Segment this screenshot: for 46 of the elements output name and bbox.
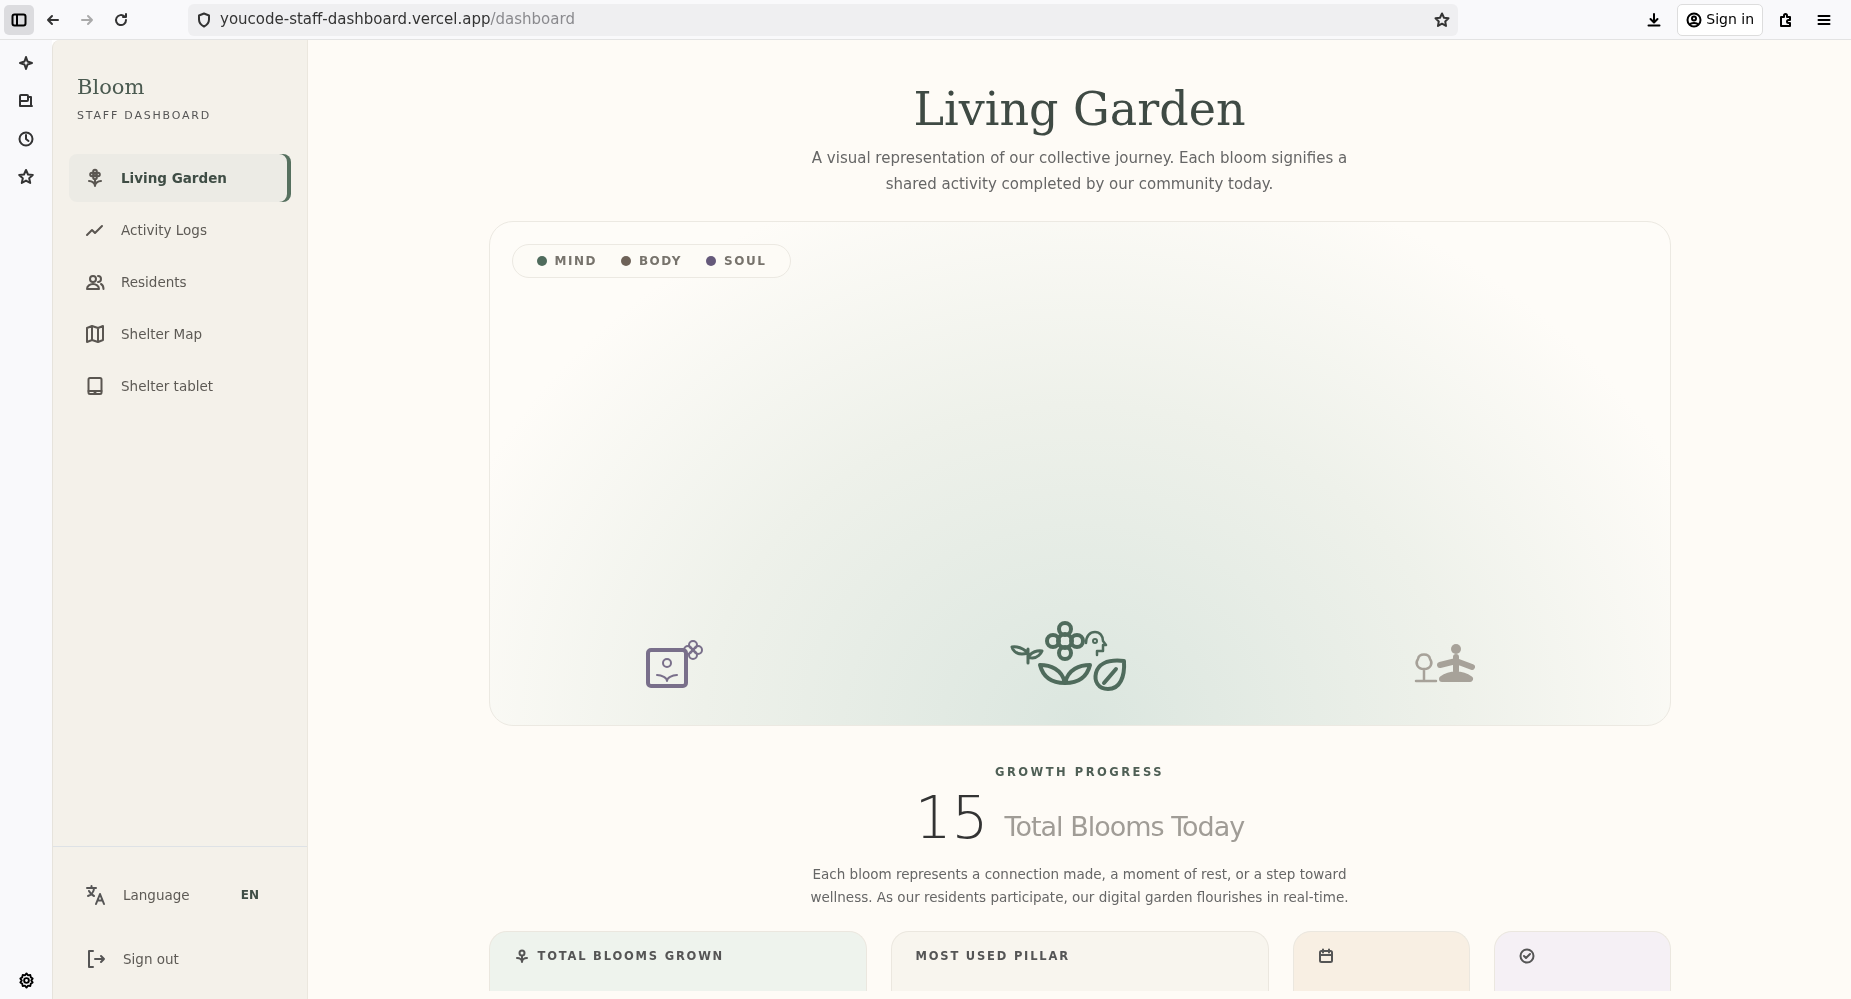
legend-label: BODY — [638, 253, 683, 271]
language-code: EN — [240, 887, 259, 904]
page-description: A visual representation of our collective journey. Each bloom signifies a shared activity completed by our community today. — [810, 148, 1349, 196]
download-icon — [1646, 11, 1663, 28]
history-icon — [17, 130, 35, 148]
stat-label: TOTAL BLOOMS GROWN — [537, 948, 725, 966]
tab-icon — [17, 92, 35, 110]
puzzle-icon — [1778, 11, 1794, 28]
translate-icon — [85, 884, 107, 906]
brand-subtitle: STAFF DASHBOARD — [77, 107, 213, 124]
count-label: Total Blooms Today — [1004, 809, 1245, 844]
sidebar-toggle-button[interactable] — [4, 4, 34, 35]
page-title: Living Garden — [913, 82, 1246, 138]
star-icon[interactable] — [1434, 11, 1450, 28]
sidebar-icon — [11, 11, 27, 28]
settings-icon — [17, 971, 35, 989]
section-label: GROWTH PROGRESS — [995, 764, 1164, 782]
address-bar[interactable]: youcode-staff-dashboard.vercel.app/dashboard — [188, 3, 1458, 36]
sign-out-icon — [85, 948, 107, 970]
reload-icon — [113, 11, 129, 28]
legend-label: MIND — [554, 253, 597, 271]
flower-icon — [513, 948, 530, 965]
nav-item[interactable]: Shelter Map — [69, 310, 291, 358]
tablet-icon — [85, 376, 105, 396]
url-text: youcode-staff-dashboard.vercel.app/dashboard — [220, 9, 576, 31]
sign-out-button[interactable]: Sign out — [77, 935, 267, 983]
account-icon — [1686, 11, 1703, 28]
nav-item[interactable]: Activity Logs — [69, 206, 291, 254]
calendar-icon — [1317, 948, 1334, 965]
language-button[interactable]: Language EN — [77, 871, 267, 919]
sparkle-icon — [17, 54, 35, 72]
sign-in-button[interactable]: Sign in — [1677, 3, 1763, 36]
shield-icon — [196, 11, 212, 28]
nav-item[interactable]: Shelter tablet — [69, 362, 291, 410]
growth-description: Each bloom represents a connection made, a moment of rest, or a step toward wellness. As our residents participate, our digital garden flourishes in real-time. — [809, 865, 1350, 908]
bloom-count: 15 — [914, 789, 989, 848]
brand-name: Bloom — [77, 74, 146, 101]
users-icon — [85, 272, 105, 292]
nav-item[interactable]: Residents — [69, 258, 291, 306]
flower-icon — [85, 168, 105, 188]
star-icon — [17, 168, 35, 186]
check-icon — [1518, 948, 1535, 965]
stat-label: MOST USED PILLAR — [915, 948, 1070, 966]
map-icon — [85, 324, 105, 344]
nav-item[interactable]: Living Garden — [69, 154, 291, 202]
legend-label: SOUL — [724, 253, 767, 271]
